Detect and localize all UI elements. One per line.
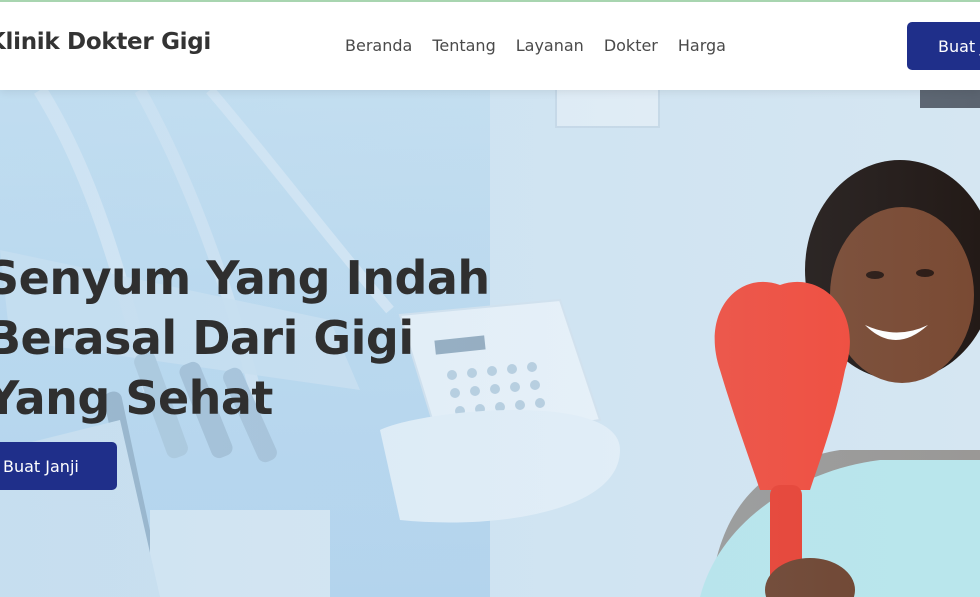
hero-title-line-3: Yang Sehat: [0, 371, 273, 425]
navbar: Klinik Dokter Gigi Beranda Tentang Layan…: [0, 2, 980, 90]
nav-link-tentang[interactable]: Tentang: [432, 36, 495, 55]
nav-link-layanan[interactable]: Layanan: [516, 36, 584, 55]
hero-title-line-1: Senyum Yang Indah: [0, 251, 490, 305]
hero-title-line-2: Berasal Dari Gigi: [0, 311, 414, 365]
nav-link-dokter[interactable]: Dokter: [604, 36, 658, 55]
hero-section: Senyum Yang Indah Berasal Dari Gigi Yang…: [0, 90, 980, 597]
hero-book-appointment-button[interactable]: Buat Janji: [0, 442, 117, 490]
main-nav: Beranda Tentang Layanan Dokter Harga: [345, 36, 726, 55]
nav-link-beranda[interactable]: Beranda: [345, 36, 412, 55]
nav-link-harga[interactable]: Harga: [678, 36, 726, 55]
hero-title: Senyum Yang Indah Berasal Dari Gigi Yang…: [0, 248, 506, 428]
top-accent-line: [0, 0, 980, 2]
nav-book-appointment-button[interactable]: Buat Janji: [907, 22, 980, 70]
brand-logo-text[interactable]: Klinik Dokter Gigi: [0, 29, 211, 55]
